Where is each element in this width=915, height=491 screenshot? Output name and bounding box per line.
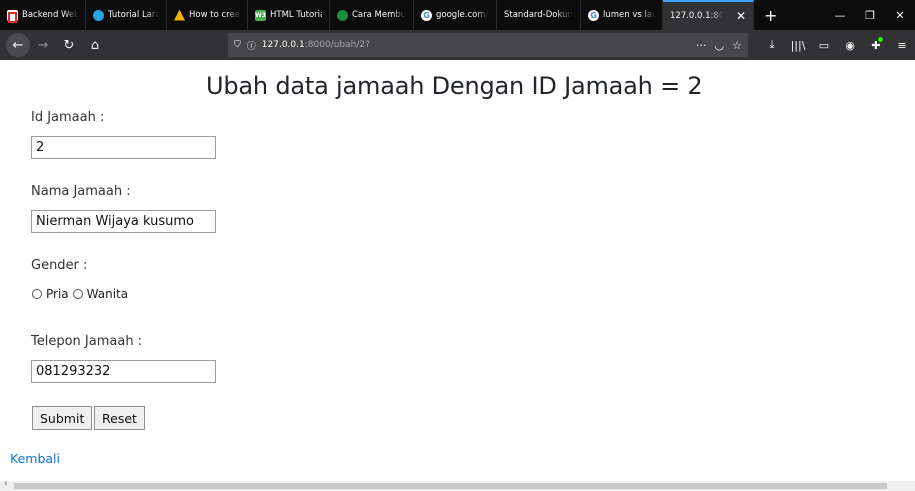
bookmark-star-icon[interactable]: ☆ <box>732 39 742 52</box>
close-icon[interactable]: ✕ <box>736 9 746 23</box>
minimize-icon[interactable]: — <box>825 9 855 22</box>
shield-icon[interactable]: ⛉ <box>234 40 241 50</box>
submit-button[interactable]: Submit <box>32 406 93 430</box>
download-icon[interactable]: ⤓ <box>759 38 785 52</box>
kembali-link[interactable]: Kembali <box>10 451 60 466</box>
id-jamaah-input[interactable] <box>31 136 216 159</box>
radio-pria[interactable] <box>32 289 42 299</box>
url-host: 127.0.0.1 <box>261 40 305 50</box>
tab-standard-dokumen[interactable]: Standard-Dokume <box>497 0 581 30</box>
back-arrow-icon[interactable]: ← <box>6 33 30 57</box>
gender-label: Gender : <box>31 258 88 273</box>
google-icon: G <box>588 9 599 21</box>
address-bar[interactable]: ⛉ ⓘ 127.0.0.1:8000/ubah/2? ··· ◡ ☆ <box>228 33 748 57</box>
radio-wanita[interactable] <box>72 289 83 299</box>
pocket-icon[interactable]: ◡ <box>715 39 725 52</box>
extensions-icon[interactable]: ✚ <box>863 36 889 52</box>
library-icon[interactable]: |||\ <box>785 39 811 52</box>
tab-title: lumen vs larav <box>603 10 655 20</box>
tab-title: 127.0.0.1:8000 <box>670 11 724 21</box>
tab-strip: Backend Web Tutorial Larav How to create… <box>0 0 915 30</box>
reload-icon[interactable]: ↻ <box>56 32 82 58</box>
toolbar-icons: ⤓ |||\ ▭ ◉ ✚ ≡ <box>759 36 915 52</box>
tab-title: Tutorial Larav <box>108 10 159 20</box>
nama-jamaah-input[interactable] <box>31 210 216 233</box>
tab-lumen-vs-laravel[interactable]: G lumen vs larav <box>581 0 663 30</box>
tab-tutorial-laravel[interactable]: Tutorial Larav <box>86 0 167 30</box>
horizontal-scrollbar[interactable]: ‹ <box>0 479 915 491</box>
tab-title: google.com/u <box>436 10 489 20</box>
sidebar-icon[interactable]: ▭ <box>811 39 837 52</box>
tab-backend-web[interactable]: Backend Web <box>0 0 86 30</box>
gmail-icon <box>7 9 18 23</box>
id-jamaah-label: Id Jamaah : <box>31 110 105 125</box>
tab-cara-membuat[interactable]: Cara Membua <box>330 0 414 30</box>
menu-icon[interactable]: ≡ <box>889 39 915 52</box>
scrollbar-thumb[interactable] <box>14 483 887 489</box>
gender-radio-group: Pria Wanita <box>32 287 128 301</box>
reset-button[interactable]: Reset <box>94 406 145 430</box>
account-icon[interactable]: ◉ <box>837 39 863 52</box>
page-content: Ubah data jamaah Dengan ID Jamaah = 2 Id… <box>0 60 915 481</box>
stackoverflow-icon <box>174 9 185 21</box>
radio-wanita-label: Wanita <box>86 287 129 301</box>
tab-title: Cara Membua <box>352 10 406 20</box>
tab-title: HTML Tutorial <box>270 10 322 20</box>
navigation-toolbar: ← → ↻ ⌂ ⛉ ⓘ 127.0.0.1:8000/ubah/2? ··· ◡… <box>0 30 915 60</box>
chrome-icon <box>337 9 348 21</box>
tab-localhost-active[interactable]: 127.0.0.1:8000 ✕ <box>663 0 754 30</box>
new-tab-button[interactable]: + <box>754 0 787 30</box>
telepon-jamaah-label: Telepon Jamaah : <box>31 334 143 349</box>
page-actions-icon[interactable]: ··· <box>696 39 707 52</box>
telepon-jamaah-input[interactable] <box>31 360 216 383</box>
radio-pria-label: Pria <box>46 287 69 301</box>
url-path: :8000/ubah/2? <box>304 40 370 50</box>
tab-title: Backend Web <box>22 10 78 20</box>
scroll-left-icon[interactable]: ‹ <box>4 479 8 489</box>
page-title: Ubah data jamaah Dengan ID Jamaah = 2 <box>206 72 703 100</box>
window-controls: — ❐ ✕ <box>825 0 915 30</box>
laravel-icon <box>93 9 104 21</box>
tab-google-com[interactable]: G google.com/u <box>414 0 497 30</box>
tab-html-tutorial[interactable]: W3 HTML Tutorial <box>248 0 330 30</box>
forward-arrow-icon[interactable]: → <box>30 32 56 58</box>
nama-jamaah-label: Nama Jamaah : <box>31 184 131 199</box>
restore-icon[interactable]: ❐ <box>855 9 885 22</box>
close-window-icon[interactable]: ✕ <box>885 9 915 22</box>
info-icon[interactable]: ⓘ <box>247 39 256 52</box>
tab-how-to-create[interactable]: How to create <box>167 0 248 30</box>
tab-title: Standard-Dokume <box>504 10 573 20</box>
home-icon[interactable]: ⌂ <box>82 32 108 58</box>
w3schools-icon: W3 <box>255 9 266 21</box>
tab-title: How to create <box>189 10 240 20</box>
google-icon: G <box>421 9 432 21</box>
